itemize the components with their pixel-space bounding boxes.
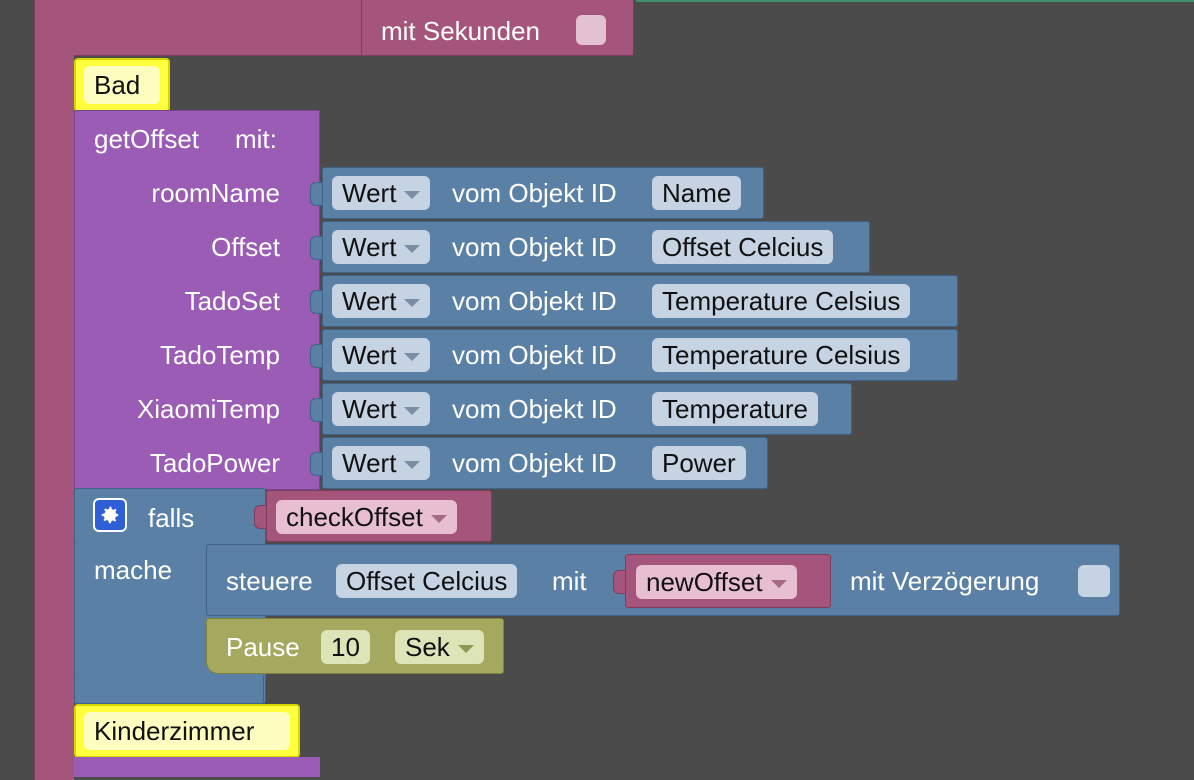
- function-name: getOffset: [94, 124, 200, 154]
- value-type: Wert: [342, 286, 397, 316]
- value-type-dropdown[interactable]: Wert: [332, 284, 431, 318]
- do-label: mache: [94, 555, 173, 585]
- object-id-field[interactable]: Temperature Celsius: [652, 284, 911, 318]
- control-label: steuere: [226, 566, 313, 596]
- pause-value-field[interactable]: 10: [321, 630, 370, 664]
- dropdown-caret-icon: [404, 299, 421, 308]
- divider: [361, 0, 362, 56]
- condition-value: checkOffset: [286, 502, 423, 532]
- dropdown-caret-icon: [770, 580, 787, 589]
- object-id-field[interactable]: Power: [652, 446, 746, 480]
- procedure-spine: [34, 40, 74, 780]
- delay-checkbox[interactable]: [1078, 565, 1110, 597]
- value-name: newOffset: [646, 567, 763, 597]
- dropdown-caret-icon: [404, 407, 421, 416]
- control-with-label: mit: [552, 566, 587, 596]
- object-id-label: vom Objekt ID: [452, 448, 617, 478]
- dropdown-caret-icon: [404, 461, 421, 470]
- function-with-label: mit:: [235, 124, 277, 154]
- object-id-field[interactable]: Name: [652, 176, 742, 210]
- object-id-label: vom Objekt ID: [452, 178, 617, 208]
- delay-label: mit Verzögerung: [850, 566, 1040, 596]
- comment-kinderzimmer-text: Kinderzimmer: [94, 716, 255, 746]
- pause-unit: Sek: [405, 632, 450, 662]
- top-connector-line: [636, 0, 1194, 2]
- control-target-field[interactable]: Offset Celcius: [336, 564, 518, 598]
- param-label: XiaomiTemp: [136, 394, 280, 424]
- dropdown-caret-icon: [430, 515, 447, 524]
- object-id-label: vom Objekt ID: [452, 340, 617, 370]
- object-id-label: vom Objekt ID: [452, 394, 617, 424]
- value-type: Wert: [342, 178, 397, 208]
- if-block-bottom: [74, 674, 264, 704]
- value-type: Wert: [342, 394, 397, 424]
- value-type-dropdown[interactable]: Wert: [332, 338, 431, 372]
- procedure-block[interactable]: [34, 0, 634, 56]
- pause-label: Pause: [226, 632, 300, 662]
- dropdown-caret-icon: [457, 645, 474, 654]
- param-label: TadoTemp: [160, 340, 280, 370]
- comment-bad-text: Bad: [94, 70, 141, 100]
- pause-unit-dropdown[interactable]: Sek: [395, 630, 484, 664]
- dropdown-caret-icon: [404, 353, 421, 362]
- param-label: Offset: [211, 232, 280, 262]
- value-type: Wert: [342, 232, 397, 262]
- value-type-dropdown[interactable]: Wert: [332, 392, 431, 426]
- object-id-field[interactable]: Temperature: [652, 392, 818, 426]
- param-label: TadoSet: [184, 286, 280, 316]
- seconds-label: mit Sekunden: [381, 16, 540, 46]
- next-function-block-top: [74, 757, 320, 777]
- object-id-label: vom Objekt ID: [452, 232, 617, 262]
- value-type: Wert: [342, 340, 397, 370]
- value-type: Wert: [342, 448, 397, 478]
- value-type-dropdown[interactable]: Wert: [332, 230, 431, 264]
- seconds-checkbox[interactable]: [576, 15, 606, 45]
- object-id-label: vom Objekt ID: [452, 286, 617, 316]
- gear-icon[interactable]: [93, 498, 127, 532]
- dropdown-caret-icon: [404, 191, 421, 200]
- value-dropdown[interactable]: newOffset: [636, 565, 797, 599]
- param-label: roomName: [151, 178, 280, 208]
- if-label: falls: [148, 503, 195, 533]
- value-type-dropdown[interactable]: Wert: [332, 176, 431, 210]
- dropdown-caret-icon: [404, 245, 421, 254]
- object-id-field[interactable]: Temperature Celsius: [652, 338, 911, 372]
- param-label: TadoPower: [149, 448, 280, 478]
- condition-dropdown[interactable]: checkOffset: [276, 500, 457, 534]
- value-type-dropdown[interactable]: Wert: [332, 446, 431, 480]
- object-id-field[interactable]: Offset Celcius: [652, 230, 834, 264]
